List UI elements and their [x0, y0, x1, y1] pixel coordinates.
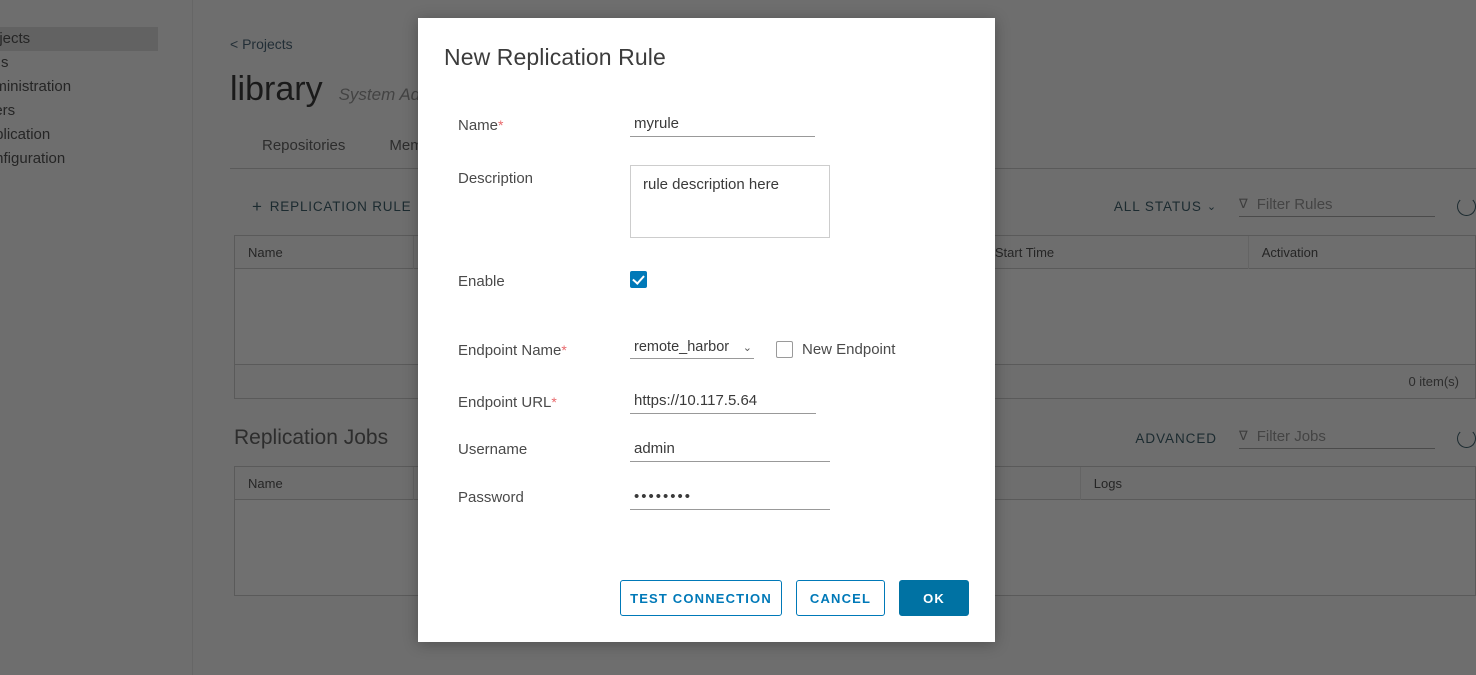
dialog-title: New Replication Rule [444, 44, 666, 70]
field-row-endpoint-name: Endpoint Name* remote_harbor ⌄ New Endpo… [418, 339, 995, 362]
endpoint-name-label-text: Endpoint Name [458, 342, 562, 359]
username-input[interactable] [630, 439, 830, 462]
description-label: Description [418, 165, 630, 190]
username-control [630, 439, 995, 462]
field-row-endpoint-url: Endpoint URL* [418, 391, 995, 414]
endpoint-url-input[interactable] [630, 391, 816, 414]
enable-label: Enable [418, 271, 630, 293]
field-row-password: Password [418, 487, 995, 510]
endpoint-name-control: remote_harbor ⌄ New Endpoint [630, 339, 995, 359]
field-row-description: Description rule description here [418, 165, 995, 243]
password-label-text: Password [458, 489, 524, 506]
enable-checkbox[interactable] [630, 271, 647, 289]
password-control [630, 487, 995, 510]
description-textarea[interactable]: rule description here [630, 165, 830, 238]
name-label: Name* [418, 114, 630, 137]
ok-button[interactable]: OK [899, 580, 969, 616]
new-replication-rule-dialog: New Replication Rule Name* Description r… [418, 18, 995, 642]
chevron-down-icon: ⌄ [742, 341, 752, 354]
dialog-body: Name* Description rule description here … [418, 71, 995, 580]
field-row-enable: Enable [418, 271, 995, 293]
endpoint-name-select[interactable]: remote_harbor ⌄ [630, 339, 754, 359]
new-endpoint-checkbox[interactable] [776, 340, 793, 358]
description-label-text: Description [458, 170, 534, 187]
cancel-button[interactable]: CANCEL [796, 580, 885, 616]
new-endpoint-toggle[interactable]: New Endpoint [776, 340, 896, 358]
endpoint-name-label: Endpoint Name* [418, 339, 630, 362]
name-label-text: Name [458, 117, 499, 134]
required-marker: * [551, 394, 557, 410]
required-marker: * [561, 342, 567, 358]
test-connection-button[interactable]: TEST CONNECTION [620, 580, 782, 616]
name-control [630, 114, 995, 137]
username-label: Username [418, 439, 630, 461]
endpoint-url-control [630, 391, 995, 414]
password-input[interactable] [630, 487, 830, 510]
password-label: Password [418, 487, 630, 509]
required-marker: * [498, 117, 504, 133]
endpoint-url-label-text: Endpoint URL [458, 394, 552, 411]
name-input[interactable] [630, 114, 815, 137]
enable-control [630, 271, 995, 289]
endpoint-url-label: Endpoint URL* [418, 391, 630, 414]
username-label-text: Username [458, 441, 528, 458]
new-endpoint-label: New Endpoint [802, 340, 896, 358]
dialog-footer: TEST CONNECTION CANCEL OK [418, 580, 995, 642]
enable-label-text: Enable [458, 273, 505, 290]
field-row-username: Username [418, 439, 995, 462]
description-control: rule description here [630, 165, 995, 243]
endpoint-name-value: remote_harbor [634, 339, 730, 355]
field-row-name: Name* [418, 114, 995, 137]
